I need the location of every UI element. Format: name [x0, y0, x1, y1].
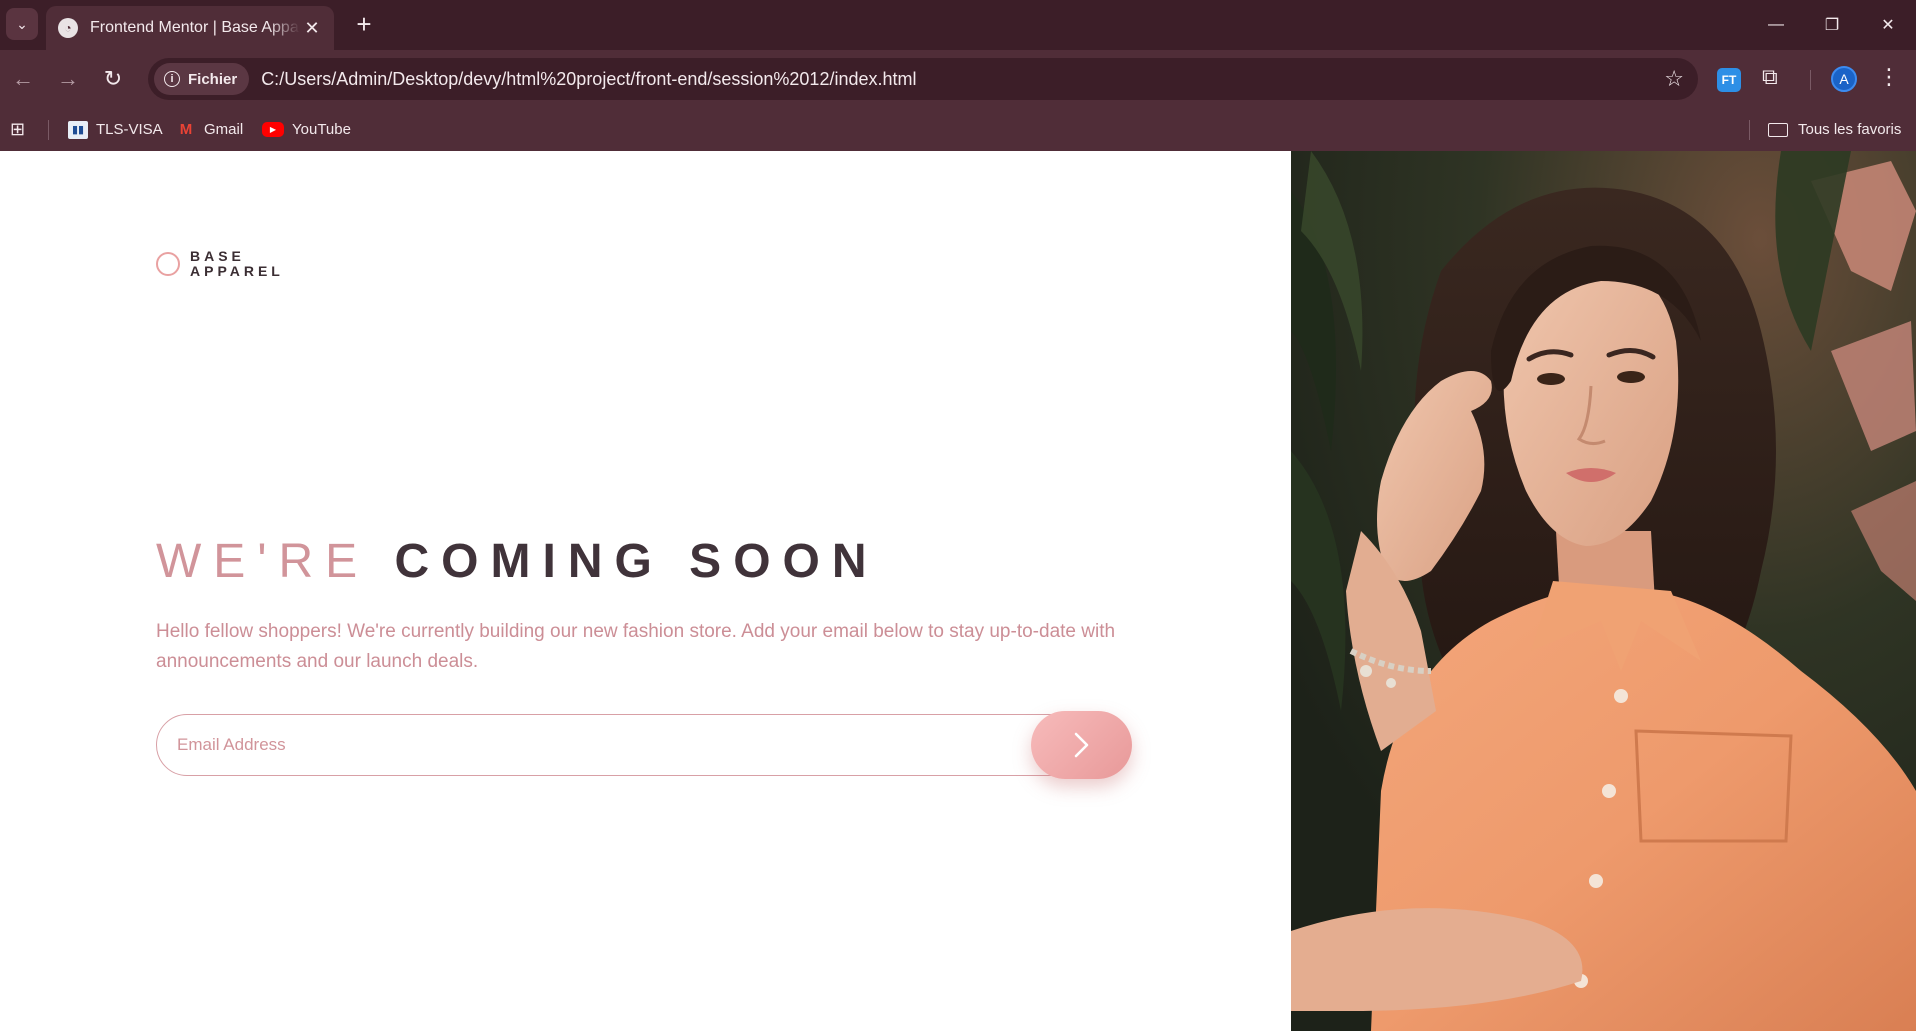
folder-icon — [1768, 122, 1788, 137]
site-info-chip[interactable]: i Fichier — [154, 63, 250, 95]
reload-icon: ↻ — [103, 66, 123, 91]
all-bookmarks-label: Tous les favoris — [1798, 121, 1902, 138]
arrow-right-icon: → — [57, 66, 79, 91]
url-text[interactable]: C:/Users/Admin/Desktop/devy/html%20proje… — [261, 69, 916, 90]
all-bookmarks-button[interactable]: Tous les favoris — [1768, 108, 1901, 151]
minimize-button[interactable]: — — [1748, 0, 1804, 50]
hero-image — [1291, 151, 1916, 1031]
bookmark-label: Gmail — [204, 121, 244, 138]
restore-button[interactable]: ❐ — [1804, 0, 1860, 50]
brand-logo[interactable]: BASE APPAREL — [156, 249, 284, 279]
logo-line-2: APPAREL — [190, 263, 284, 279]
more-menu-icon[interactable]: ⋮ — [1878, 64, 1900, 90]
gmail-icon: M — [179, 121, 193, 138]
logo-line-1: BASE — [190, 248, 245, 264]
bookmark-gmail[interactable]: M Gmail — [176, 108, 243, 151]
chevron-down-icon: ⌄ — [16, 15, 28, 32]
restore-icon: ❐ — [1824, 17, 1840, 34]
hero-photo-illustration — [1291, 151, 1916, 1031]
logo-circle-icon — [156, 252, 180, 276]
close-window-button[interactable]: ✕ — [1860, 0, 1916, 50]
logo-text: BASE APPAREL — [190, 249, 284, 279]
minimize-icon: — — [1768, 16, 1784, 33]
window-controls: — ❐ ✕ — [1748, 0, 1916, 50]
active-tab[interactable]: ◔ Frontend Mentor | Base Apparel ✕ — [46, 6, 334, 50]
frontend-mentor-favicon-icon: ◔ — [58, 18, 78, 38]
site-chip-label: Fichier — [188, 70, 238, 88]
bookmarks-divider — [48, 120, 49, 140]
tls-icon: ▮▮ — [68, 120, 88, 139]
close-tab-icon[interactable]: ✕ — [302, 18, 322, 39]
plus-icon: + — [356, 8, 372, 39]
apps-grid-icon[interactable]: ⊞ — [10, 119, 25, 140]
info-icon: i — [164, 71, 180, 87]
tab-search-button[interactable]: ⌄ — [6, 8, 38, 40]
bookmark-label: YouTube — [292, 121, 351, 138]
back-button[interactable]: ← — [6, 62, 40, 96]
bookmark-star-icon[interactable]: ☆ — [1664, 66, 1684, 92]
page-title: WE'RE COMING SOON — [156, 534, 879, 589]
submit-email-button[interactable] — [1031, 711, 1132, 779]
profile-avatar[interactable]: A — [1831, 66, 1857, 92]
new-tab-button[interactable]: + — [348, 8, 380, 40]
page-description: Hello fellow shoppers! We're currently b… — [156, 621, 1116, 672]
arrow-left-icon: ← — [12, 66, 34, 91]
close-icon: ✕ — [1881, 17, 1895, 34]
address-bar[interactable]: i Fichier C:/Users/Admin/Desktop/devy/ht… — [148, 58, 1698, 100]
youtube-icon: ▶ — [262, 122, 284, 137]
extension-ft-icon[interactable]: FT — [1717, 68, 1741, 92]
toolbar-divider — [1810, 70, 1811, 90]
chevron-right-icon — [1074, 732, 1088, 758]
tab-strip: ⌄ ◔ Frontend Mentor | Base Apparel ✕ + —… — [0, 0, 1916, 50]
headline-bold: COMING SOON — [394, 535, 879, 588]
bookmark-tls-visa[interactable]: ▮▮ TLS-VISA — [68, 108, 163, 151]
bookmark-youtube[interactable]: ▶ YouTube — [262, 108, 351, 151]
email-input[interactable] — [177, 715, 997, 775]
email-form — [156, 711, 1132, 779]
forward-button[interactable]: → — [51, 62, 85, 96]
reload-button[interactable]: ↻ — [96, 62, 130, 96]
page-viewport: BASE APPAREL WE'RE COMING SOON Hello fel… — [0, 151, 1916, 1031]
bookmarks-right-divider — [1749, 120, 1750, 140]
bookmarks-bar: ⊞ ▮▮ TLS-VISA M Gmail ▶ YouTube Tous les… — [0, 108, 1916, 151]
browser-toolbar: ← → ↻ i Fichier C:/Users/Admin/Desktop/d… — [0, 50, 1916, 108]
tab-title: Frontend Mentor | Base Apparel — [90, 19, 300, 36]
extensions-puzzle-icon[interactable]: ⧉ — [1762, 64, 1778, 90]
bookmark-label: TLS-VISA — [96, 121, 163, 138]
headline-light: WE'RE — [156, 535, 370, 588]
